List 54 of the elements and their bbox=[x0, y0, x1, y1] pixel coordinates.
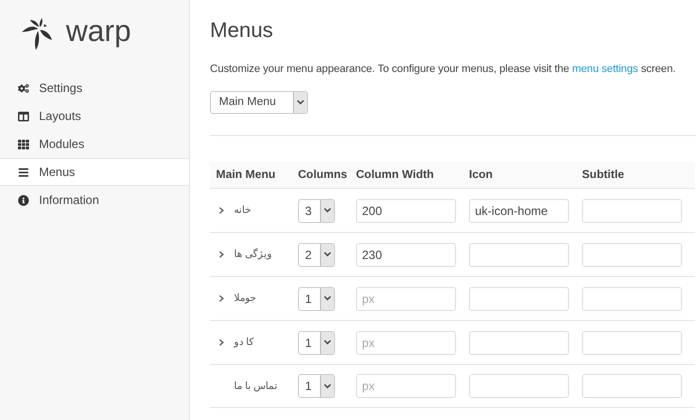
chevron-icon[interactable] bbox=[219, 295, 224, 302]
text-input[interactable] bbox=[469, 330, 569, 355]
page-description: Customize your menu appearance. To configure your menus, please visit the menu settings screen. bbox=[210, 62, 676, 77]
dropdown-caret-icon bbox=[320, 200, 334, 222]
text-input[interactable] bbox=[582, 330, 682, 355]
text-input[interactable]: px bbox=[356, 374, 456, 398]
dropdown-caret-icon bbox=[320, 244, 334, 266]
column-header: Main Menu bbox=[215, 168, 276, 183]
text-input[interactable]: 230 bbox=[356, 242, 456, 267]
page-title: Menus bbox=[210, 18, 274, 44]
column-header: Subtitle bbox=[582, 168, 626, 183]
menu-select[interactable]: Main Menu bbox=[210, 91, 308, 114]
menu-item-name: جوملا bbox=[234, 292, 256, 306]
text-input[interactable] bbox=[582, 198, 682, 223]
text-input[interactable] bbox=[469, 286, 569, 311]
sidebar-item[interactable]: Modules bbox=[0, 130, 189, 158]
info-icon bbox=[18, 194, 29, 206]
columns-select[interactable]: 3 bbox=[298, 198, 335, 223]
text-input[interactable]: uk-icon-home bbox=[469, 198, 569, 223]
chevron-icon[interactable] bbox=[219, 207, 224, 214]
dropdown-caret-icon bbox=[293, 92, 307, 114]
columns-select[interactable]: 1 bbox=[298, 374, 335, 398]
menu-item-name: کا دو bbox=[234, 336, 254, 350]
sidebar-item[interactable]: Menus bbox=[0, 158, 189, 186]
chevron-icon[interactable] bbox=[219, 251, 224, 258]
columns-select[interactable]: 2 bbox=[298, 242, 335, 267]
column-header: Columns bbox=[298, 168, 348, 183]
text-input[interactable] bbox=[582, 242, 682, 267]
menu-item-name: ویژگی ها bbox=[234, 247, 272, 262]
text-input[interactable] bbox=[582, 286, 682, 311]
text-input[interactable] bbox=[469, 374, 569, 398]
text-input[interactable]: px bbox=[356, 330, 456, 355]
sidebar-item[interactable]: Information bbox=[0, 186, 189, 214]
sidebar-item[interactable]: Settings bbox=[0, 74, 189, 102]
dropdown-caret-icon bbox=[320, 375, 334, 398]
sidebar-item[interactable]: Layouts bbox=[0, 102, 189, 130]
text-input[interactable]: px bbox=[356, 286, 456, 311]
chevron-icon[interactable] bbox=[219, 339, 224, 346]
menu-icon bbox=[18, 166, 29, 178]
text-input[interactable] bbox=[582, 374, 682, 398]
menu-item-name: خانه bbox=[234, 204, 251, 218]
text-input[interactable] bbox=[469, 242, 569, 267]
columns-select[interactable]: 1 bbox=[298, 286, 335, 311]
logo-text: warp bbox=[66, 17, 132, 50]
menu-item-name: تماس با ما bbox=[234, 380, 278, 394]
columns-icon bbox=[18, 110, 29, 122]
column-header: Icon bbox=[469, 168, 494, 183]
dropdown-caret-icon bbox=[320, 332, 334, 354]
columns-select[interactable]: 1 bbox=[298, 330, 335, 355]
grid-icon bbox=[18, 138, 29, 150]
column-header: Column Width bbox=[356, 168, 435, 183]
dropdown-caret-icon bbox=[320, 288, 334, 310]
gears-icon bbox=[18, 82, 29, 94]
text-input[interactable]: 200 bbox=[356, 198, 456, 223]
